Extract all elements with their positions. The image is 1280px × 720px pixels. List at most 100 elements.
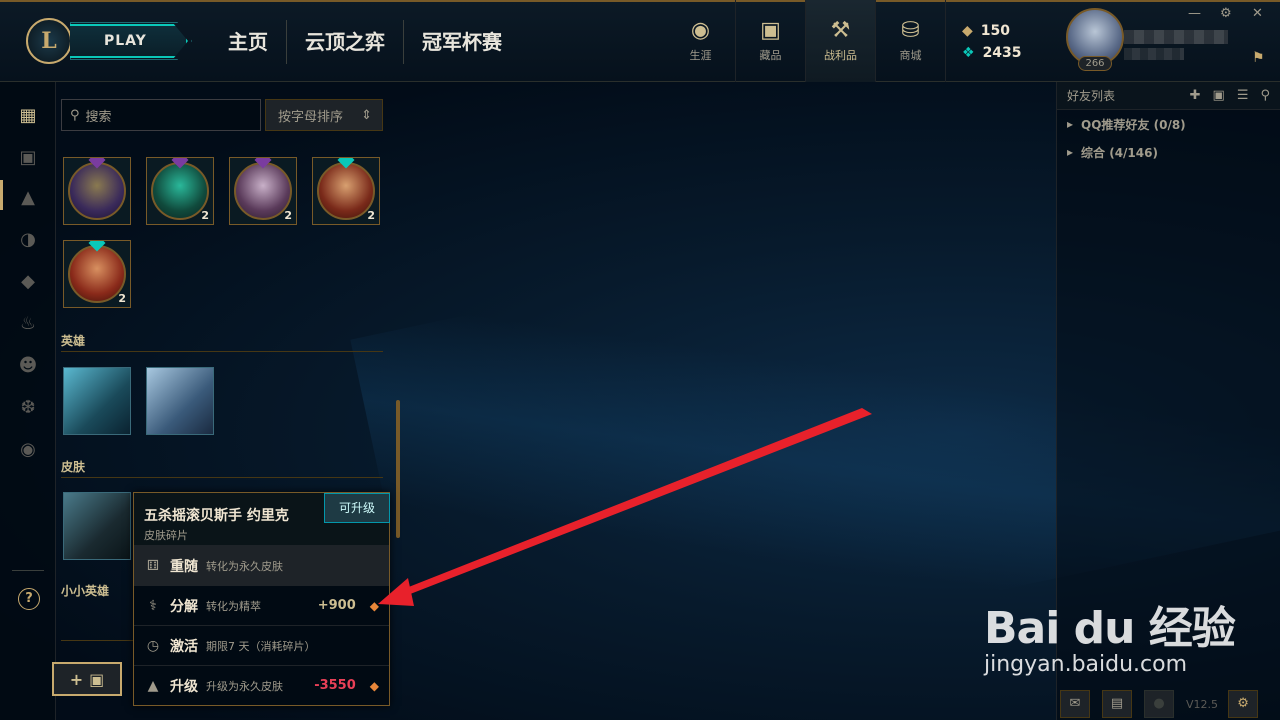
champion-portrait — [317, 162, 375, 220]
loot-scrollbar[interactable] — [396, 400, 400, 538]
play-button[interactable]: PLAY — [70, 24, 188, 58]
friend-group[interactable]: ▸ 综合 (4/146) — [1057, 138, 1280, 166]
helmet-icon[interactable]: ▲ — [16, 186, 40, 210]
ward-icon[interactable]: ◆ — [16, 270, 40, 294]
minimize-icon[interactable]: — — [1188, 6, 1201, 21]
nav-icons: ◉ 生涯 ▣ 藏品 ⚒ 战利品 ⛁ 商城 — [666, 0, 946, 82]
currency-panel[interactable]: ◆ 150 ❖ 2435 — [962, 20, 1022, 64]
nav-tft[interactable]: 云顶之弈 — [287, 20, 404, 64]
store-icon: ⛁ — [901, 18, 920, 43]
mask-icon[interactable]: ◑ — [16, 228, 40, 252]
blue-essence-icon: ◆ — [962, 23, 973, 39]
section-title-skins: 皮肤 — [61, 460, 86, 474]
version-label: V12.5 — [1186, 697, 1219, 711]
search-icon[interactable]: ⚲ — [1260, 88, 1270, 103]
add-friend-icon[interactable]: ✚ — [1190, 88, 1201, 103]
bug-report-icon[interactable]: ⚙ — [1228, 690, 1259, 718]
popup-subtitle: 皮肤碎片 — [144, 529, 188, 542]
nav-collection[interactable]: ▣ 藏品 — [736, 0, 806, 82]
nav-profile-label: 生涯 — [689, 49, 712, 62]
sort-dropdown[interactable]: 按字母排序 ⇕ — [265, 99, 383, 131]
champion-shard-tile[interactable] — [146, 367, 214, 435]
disenchant-option[interactable]: ⚕ 分解 转化为精萃 +900 ◆ — [134, 585, 389, 625]
blurred-username — [1124, 30, 1228, 44]
option-name: 重随 — [170, 558, 198, 575]
left-rail: ▦ ▣ ▲ ◑ ◆ ♨ ☻ ❆ ◉ ? — [0, 82, 56, 720]
loot-tile[interactable]: 2 — [63, 240, 131, 308]
section-divider — [61, 477, 383, 478]
skin-shard-tile[interactable] — [63, 492, 131, 560]
chevron-right-icon: ▸ — [1067, 145, 1074, 159]
chat-icon[interactable]: ✉ — [1060, 690, 1090, 718]
option-desc: 转化为永久皮肤 — [206, 559, 283, 573]
loot-tile[interactable]: 2 — [146, 157, 214, 225]
profile-icon-icon[interactable]: ◉ — [16, 438, 40, 462]
section-title-champions: 英雄 — [61, 334, 86, 348]
eternal-icon[interactable]: ❆ — [16, 396, 40, 420]
friend-group[interactable]: ▸ QQ推荐好友 (0/8) — [1057, 110, 1280, 138]
microphone-icon[interactable]: ● — [1144, 690, 1174, 718]
option-name: 分解 — [170, 598, 198, 615]
logo-letter: L — [41, 28, 57, 54]
friend-group-label: QQ推荐好友 (0/8) — [1081, 117, 1186, 132]
nav-loot[interactable]: ⚒ 战利品 — [806, 0, 876, 82]
nav-home[interactable]: 主页 — [210, 20, 287, 64]
nav-store[interactable]: ⛁ 商城 — [876, 0, 946, 82]
sort-chevron-icon: ⇕ — [361, 107, 372, 123]
option-value: +900 — [317, 598, 356, 613]
riot-points-icon: ❖ — [962, 45, 975, 61]
league-logo[interactable]: L — [26, 18, 72, 64]
champion-shard-tile[interactable] — [63, 367, 131, 435]
upgrade-option[interactable]: ▲ 升级 升级为永久皮肤 -3550 ◆ — [134, 665, 389, 705]
rail-active-indicator — [0, 180, 3, 210]
nav-clash[interactable]: 冠军杯赛 — [404, 20, 520, 64]
option-desc: 期限7 天（消耗碎片） — [206, 639, 316, 653]
option-name: 升级 — [170, 678, 198, 695]
nav-profile[interactable]: ◉ 生涯 — [666, 0, 736, 82]
riot-points-amount: 2435 — [982, 45, 1022, 61]
grid-icon[interactable]: ▦ — [16, 104, 40, 128]
loot-tile[interactable] — [63, 157, 131, 225]
settings-icon[interactable]: ⚙ — [1220, 6, 1232, 21]
section-title-little-legends: 小小英雄 — [61, 584, 110, 598]
help-icon[interactable]: ? — [18, 588, 40, 610]
tile-count: 2 — [201, 209, 209, 222]
social-bottom-bar: ✉ ▤ ● V12.5 ⚙ — [1056, 688, 1280, 720]
craft-chest-button[interactable]: + ▣ — [52, 662, 122, 696]
notification-icon[interactable]: ⚑ — [1252, 50, 1265, 66]
watermark-brand: Bai du 经验 — [984, 603, 1236, 654]
tile-count: 2 — [284, 209, 292, 222]
nav-store-label: 商城 — [899, 49, 922, 62]
blurred-status — [1124, 48, 1184, 60]
friends-header: 好友列表 ✚ ▣ ☰ ⚲ — [1057, 82, 1280, 110]
emote-icon[interactable]: ☻ — [16, 354, 40, 378]
champion-portrait — [151, 162, 209, 220]
missions-icon[interactable]: ▤ — [1102, 690, 1132, 718]
dice-icon: ⚅ — [146, 557, 160, 574]
activate-option[interactable]: ◷ 激活 期限7 天（消耗碎片） — [134, 625, 389, 665]
loot-tile[interactable]: 2 — [229, 157, 297, 225]
nav-loot-label: 战利品 — [824, 49, 857, 62]
upgradable-badge: 可升级 — [324, 493, 390, 523]
flame-icon[interactable]: ♨ — [16, 312, 40, 336]
reroll-option[interactable]: ⚅ 重随 转化为永久皮肤 — [134, 545, 389, 585]
close-icon[interactable]: ✕ — [1252, 6, 1263, 21]
search-placeholder: 搜索 — [85, 109, 112, 125]
upgrade-icon: ▲ — [147, 677, 159, 694]
blue-essence-amount: 150 — [980, 23, 1011, 39]
section-divider — [61, 351, 383, 352]
list-icon[interactable]: ☰ — [1237, 88, 1249, 103]
search-input[interactable]: ⚲ 搜索 — [61, 99, 261, 131]
rail-divider — [12, 570, 44, 571]
disenchant-icon: ⚕ — [149, 597, 157, 614]
plus-icon: + — [69, 669, 84, 689]
nav-collection-label: 藏品 — [759, 49, 782, 62]
search-icon: ⚲ — [70, 107, 80, 123]
add-folder-icon[interactable]: ▣ — [1213, 88, 1225, 103]
chest-icon[interactable]: ▣ — [16, 146, 40, 170]
loot-tile[interactable]: 2 — [312, 157, 380, 225]
chest-icon: ▣ — [89, 669, 105, 689]
main-nav: 主页 云顶之弈 冠军杯赛 — [210, 20, 520, 64]
top-accent-line — [0, 0, 1280, 2]
champion-portrait — [234, 162, 292, 220]
